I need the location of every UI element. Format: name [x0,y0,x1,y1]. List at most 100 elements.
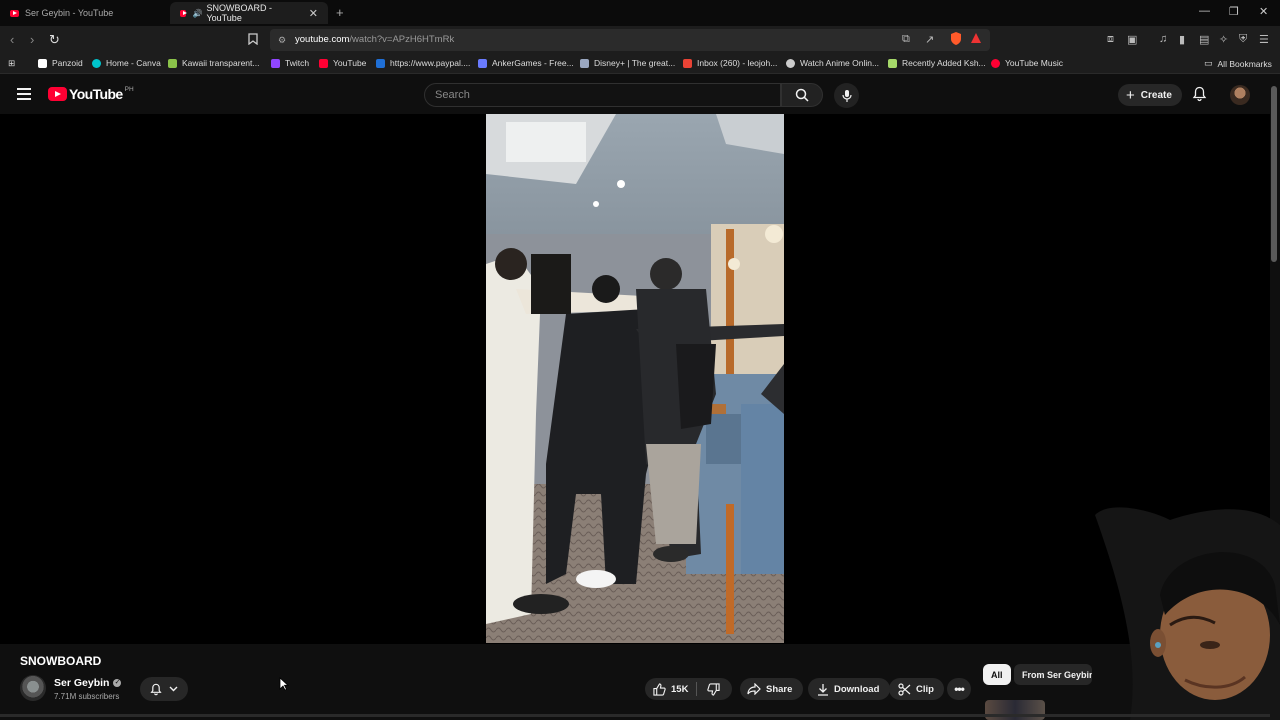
url-path: /watch?v=APzH6HTmRk [349,34,455,45]
download-icon [817,683,829,696]
video-frame[interactable] [486,114,784,643]
browser-tab-strip: Ser Geybin - YouTube 🔊 SNOWBOARD - YouTu… [0,0,1280,26]
scissors-icon [898,682,911,696]
leo-ai-icon[interactable]: ✧ [1219,33,1228,46]
minimize-icon[interactable]: — [1199,5,1210,17]
share-page-icon[interactable]: ↗ [925,33,934,46]
bookmark-label: Home - Canva [106,58,161,68]
chevron-down-icon [169,686,178,692]
share-arrow-icon [747,683,761,695]
open-in-app-icon[interactable]: ⧉ [902,33,910,46]
media-control-icon[interactable]: ♫ [1159,33,1167,45]
clip-button[interactable]: Clip [889,678,944,700]
bookmark-panzoid[interactable]: Panzoid [38,58,83,68]
thumbs-down-icon [707,682,721,696]
paypal-icon [376,58,385,68]
bookmark-gmail[interactable]: Inbox (260) - leojoh... [683,58,777,68]
restore-icon[interactable]: ❐ [1229,5,1239,18]
chip-from-channel[interactable]: From Ser Geybin [1014,664,1092,685]
bookmark-youtube[interactable]: YouTube [319,58,366,68]
speaker-icon[interactable]: 🔊 [192,9,202,18]
close-tab-icon[interactable]: ✕ [309,7,318,20]
channel-avatar[interactable] [20,675,46,701]
guide-menu-icon[interactable] [17,88,31,100]
video-title: SNOWBOARD [20,654,102,668]
close-window-icon[interactable]: ✕ [1259,5,1268,18]
account-avatar[interactable] [1230,85,1250,105]
url-host: youtube.com [295,34,350,45]
share-label: Share [766,683,793,695]
disney-icon [580,58,589,68]
create-button[interactable]: + Create [1118,84,1182,106]
video-content-image [486,114,784,643]
more-horizontal-icon: ••• [954,682,965,696]
kawaii-icon [168,58,177,68]
youtube-favicon-icon [10,9,19,17]
youtube-logo[interactable]: YouTube PH [48,86,134,102]
divider [696,682,698,696]
tab-label: SNOWBOARD - YouTube [206,3,272,23]
share-button[interactable]: Share [740,678,804,700]
anime-icon [786,58,795,68]
site-info-icon[interactable]: ⚙ [278,29,286,51]
dislike-button[interactable] [707,682,721,696]
menu-icon[interactable]: ☰ [1259,33,1269,46]
subscription-notifications-button[interactable] [140,677,188,701]
browser-toolbar: ‹ › ↻ ⚙ youtube.com/watch?v=APzH6HTmRk ⧉… [0,26,1280,54]
bookmark-label: YouTube Music [1005,58,1063,68]
bookmark-label: YouTube [333,58,367,68]
bookmark-label: Twitch [285,58,310,68]
more-actions-button[interactable]: ••• [947,678,971,700]
back-icon[interactable]: ‹ [10,32,14,47]
microphone-icon [841,89,852,102]
bookmark-ankergames[interactable]: AnkerGames - Free... [478,58,574,68]
page-scrollbar[interactable] [1271,86,1277,262]
brave-rewards-icon[interactable] [970,32,982,47]
like-button[interactable] [653,682,666,696]
wallet-icon[interactable]: ▣ [1127,33,1137,46]
voice-search-button[interactable] [834,83,859,108]
all-bookmarks-button[interactable]: ▭ All Bookmarks [1204,58,1272,69]
channel-name-link[interactable]: Ser Geybin [54,677,122,689]
bookmark-disney[interactable]: Disney+ | The great... [580,58,675,68]
tab-search-icon[interactable]: ▤ [1199,33,1209,46]
related-video-thumbnail[interactable] [985,700,1045,720]
search-input[interactable]: Search [424,83,781,107]
plus-icon: + [1126,86,1135,104]
subscriber-count: 7.71M subscribers [54,692,120,701]
vpn-icon[interactable]: ⛨ [1239,33,1247,46]
bookmark-icon[interactable] [248,33,258,48]
bookmark-label: https://www.paypal.... [390,58,471,68]
bookmark-kawaii[interactable]: Kawaii transparent... [168,58,259,68]
gmail-icon [683,58,692,68]
kshow-icon [888,58,897,68]
bookmark-paypal[interactable]: https://www.paypal.... [376,58,470,68]
bookmark-canva[interactable]: Home - Canva [92,58,161,68]
apps-grid-icon[interactable]: ⊞ [8,58,15,69]
bookmark-kshow[interactable]: Recently Added Ksh... [888,58,986,68]
bookmark-twitch[interactable]: Twitch [271,58,309,68]
new-tab-icon[interactable]: + [336,5,344,20]
bookmark-youtube-music[interactable]: YouTube Music [991,58,1063,68]
bookmark-anime[interactable]: Watch Anime Onlin... [786,58,879,68]
address-bar[interactable]: ⚙ youtube.com/watch?v=APzH6HTmRk [270,29,990,51]
mouse-cursor-icon [279,677,290,696]
bookmark-label: Inbox (260) - leojoh... [697,58,778,68]
brave-shield-icon[interactable] [949,31,963,49]
reload-icon[interactable]: ↻ [49,32,60,48]
extensions-icon[interactable]: ⧈ [1107,33,1114,46]
sidebar-icon[interactable]: ▮ [1179,33,1185,46]
like-count: 15K [671,683,689,695]
panzoid-icon [38,58,47,68]
search-button[interactable] [781,83,823,107]
like-dislike-group: 15K [645,678,732,700]
tab-snowboard[interactable]: 🔊 SNOWBOARD - YouTube ✕ [170,2,328,24]
chip-all[interactable]: All [983,664,1011,685]
create-label: Create [1140,89,1172,101]
bookmark-label: Panzoid [52,58,83,68]
forward-icon[interactable]: › [30,32,34,47]
all-bookmarks-label: All Bookmarks [1217,58,1272,69]
download-button[interactable]: Download [808,678,891,700]
tab-ser-geybin[interactable]: Ser Geybin - YouTube [0,2,170,24]
notifications-button[interactable] [1192,86,1207,107]
